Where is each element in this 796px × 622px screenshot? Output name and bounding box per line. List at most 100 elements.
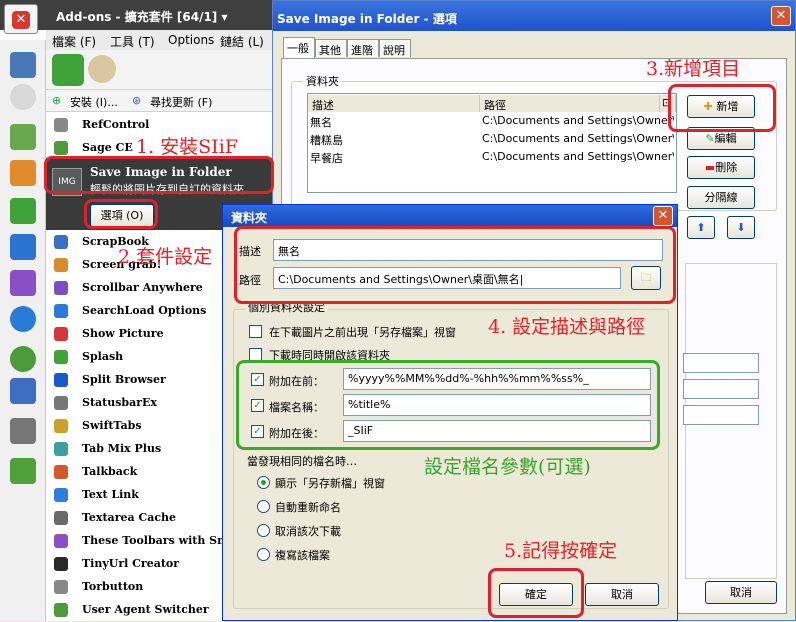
addon-icon <box>54 396 68 410</box>
highlight-ok <box>488 568 584 618</box>
highlight-add <box>668 84 776 132</box>
folder-row-path: C:\Documents and Settings\Owner\ <box>482 114 674 127</box>
radio-show-dialog-label: 顯示「另存新檔」視窗 <box>275 477 385 490</box>
move-up-button[interactable]: ⬆ <box>687 216 715 239</box>
addon-icon <box>54 258 68 272</box>
addon-icon <box>54 580 68 594</box>
col-path[interactable]: 路徑 <box>480 95 660 112</box>
folder-row[interactable]: 早餐店 C:\Documents and Settings\Owner\ <box>308 148 676 166</box>
addon-icon <box>54 327 68 341</box>
addon-icon <box>54 511 68 525</box>
addon-icon <box>54 373 68 387</box>
folder-row-desc: 無名 <box>310 116 332 129</box>
menu-file[interactable]: 檔案 (F) <box>52 33 96 50</box>
addon-icon <box>54 141 68 155</box>
annotation-install: 1. 安裝SIiF <box>136 136 238 158</box>
annotation-add: 3.新增項目 <box>646 58 741 80</box>
addon-icon <box>54 304 68 318</box>
addons-titlebar: Add-ons - 擴充套件 [64/1] ▾ <box>0 0 282 30</box>
folder-row[interactable]: 糟糕島 C:\Documents and Settings\Owner\ <box>308 130 676 148</box>
addons-title: Add-ons - 擴充套件 [64/1] ▾ <box>56 10 228 24</box>
menu-tools[interactable]: 工具 (T) <box>110 33 155 50</box>
radio-auto-rename-label: 自動重新命名 <box>275 501 341 514</box>
addon-icon <box>54 281 68 295</box>
delete-label: 刪除 <box>715 161 738 174</box>
confirm-save-checkbox[interactable] <box>249 325 262 338</box>
update-icon-small: ⊛ <box>132 94 142 107</box>
radio-auto-rename[interactable] <box>257 500 270 513</box>
tab-other[interactable]: 其他 <box>315 39 347 57</box>
install-button[interactable]: 安裝 (I)... <box>70 94 118 110</box>
sif-cancel-button[interactable]: 取消 <box>705 581 777 604</box>
addon-name: Scrollbar Anywhere <box>82 281 203 294</box>
tab-advanced[interactable]: 進階 <box>347 39 379 57</box>
annotation-filename: 設定檔名參數(可選) <box>424 456 591 478</box>
hidden-field-1[interactable] <box>683 353 759 373</box>
addons-sidebar <box>0 40 46 621</box>
extensions-icon[interactable] <box>10 198 36 224</box>
addon-name: StatusbarEx <box>82 396 157 409</box>
themes-icon[interactable] <box>10 234 36 260</box>
addon-icon <box>54 442 68 456</box>
edit-label: 編輯 <box>714 132 737 145</box>
delete-button[interactable]: ▬刪除 <box>687 156 755 179</box>
addon-icon <box>54 118 68 132</box>
hidden-field-2[interactable] <box>683 379 759 399</box>
annotation-ok: 5.記得按確定 <box>504 540 618 562</box>
sif-title: Save Image in Folder - 選項 <box>277 12 457 26</box>
themes-tab-icon[interactable] <box>88 55 116 83</box>
notes-icon[interactable] <box>10 418 36 444</box>
history-icon[interactable] <box>10 84 36 110</box>
addon-name: Sage CE <box>82 141 133 154</box>
same-name-label: 當發現相同的檔名時… <box>247 455 357 468</box>
folder-cancel-button[interactable]: 取消 <box>585 583 659 606</box>
menu-links[interactable]: 鏈結 (L) <box>220 33 264 50</box>
addon-icon <box>54 419 68 433</box>
close-icon[interactable]: ✕ <box>653 206 673 226</box>
folder-row[interactable]: 無名 C:\Documents and Settings\Owner\ <box>308 112 676 130</box>
addon-name: Talkback <box>82 465 138 478</box>
separator-button[interactable]: 分隔線 <box>687 186 755 209</box>
addon-name: Splash <box>82 350 124 363</box>
bookmarks-icon[interactable] <box>10 52 36 78</box>
tab-general[interactable]: 一般 <box>283 37 315 58</box>
hidden-field-3[interactable] <box>683 405 759 425</box>
addon-icon <box>54 488 68 502</box>
download-icon[interactable] <box>10 124 36 150</box>
col-desc[interactable]: 描述 <box>308 95 480 112</box>
addon-name: User Agent Switcher <box>82 603 209 616</box>
addon-name: SearchLoad Options <box>82 304 207 317</box>
highlight-desc-path <box>234 226 676 304</box>
radio-cancel-download[interactable] <box>257 524 270 537</box>
move-down-button[interactable]: ⬇ <box>727 216 755 239</box>
annotation-settings: 2.套件設定 <box>118 246 213 268</box>
code-icon[interactable] <box>10 270 36 296</box>
radio-overwrite[interactable] <box>257 548 270 561</box>
radio-show-dialog[interactable] <box>257 476 270 489</box>
menu-options[interactable]: Options <box>168 33 214 47</box>
addon-icon <box>54 557 68 571</box>
addon-icon <box>54 534 68 548</box>
addon-name: Split Browser <box>82 373 166 386</box>
addon-icon <box>54 465 68 479</box>
addon-name: These Toolbars with Sma <box>82 534 236 547</box>
highlight-options <box>84 199 158 229</box>
find-updates-button[interactable]: 尋找更新 (F) <box>150 94 212 110</box>
close-icon: ✕ <box>12 11 30 29</box>
folder-rows: 無名 C:\Documents and Settings\Owner\ 糟糕島 C:\… <box>308 112 676 172</box>
info-icon[interactable] <box>10 306 36 332</box>
close-icon[interactable]: ✕ <box>771 6 791 26</box>
document-icon[interactable] <box>10 378 36 404</box>
close-addons-button[interactable]: ✕ <box>4 4 38 34</box>
extensions-tab-icon[interactable] <box>52 54 84 86</box>
tab-help[interactable]: 說明 <box>379 39 411 57</box>
arrow-up-icon: ⬆ <box>696 221 706 234</box>
highlight-filename-params <box>236 360 660 450</box>
addon-name: TinyUrl Creator <box>82 557 180 570</box>
leaf-icon[interactable] <box>10 346 36 372</box>
folder-group-label: 資料夾 <box>303 73 342 89</box>
package-icon[interactable] <box>10 160 36 186</box>
update-icon[interactable] <box>10 458 36 484</box>
folder-row-path: C:\Documents and Settings\Owner\ <box>482 150 674 163</box>
addon-name: RefControl <box>82 118 150 131</box>
